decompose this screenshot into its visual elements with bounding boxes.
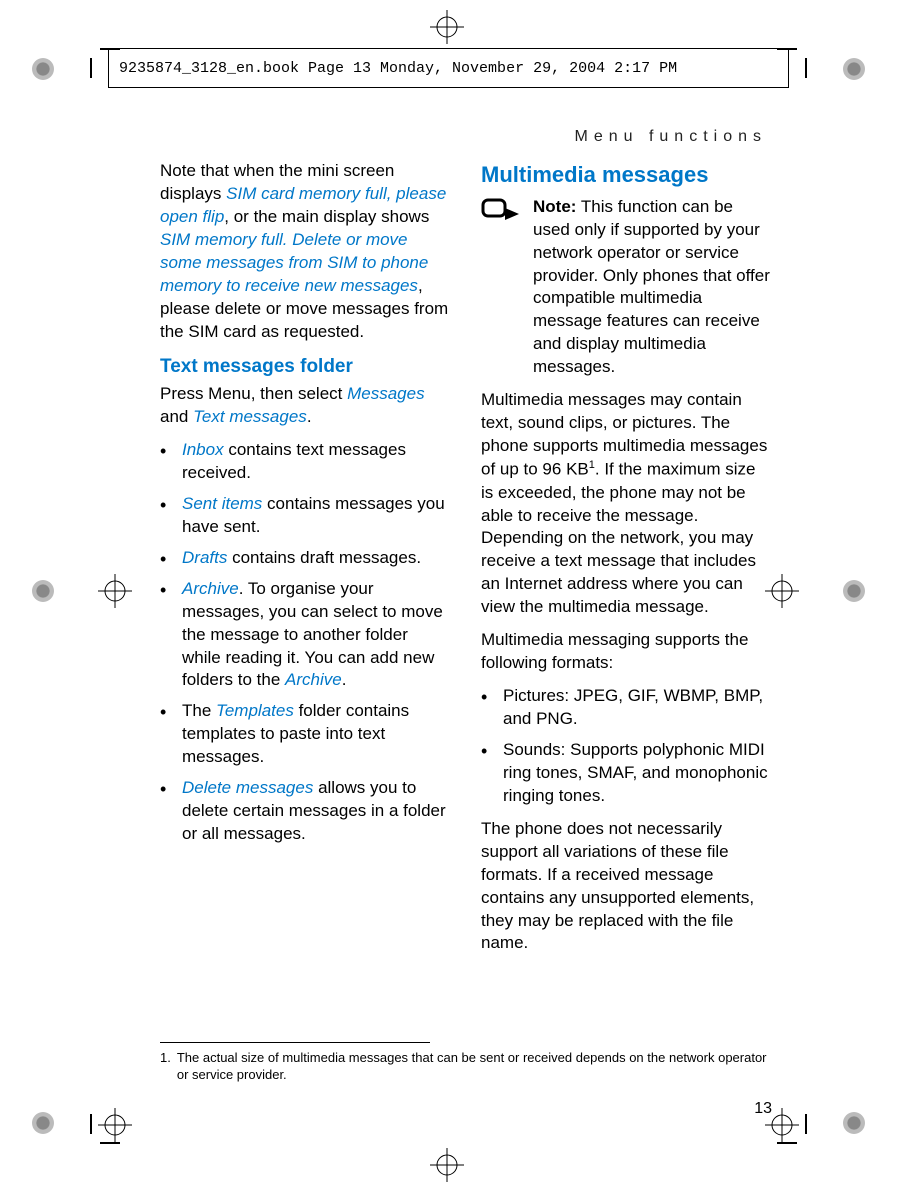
page: 9235874_3128_en.book Page 13 Monday, Nov… (0, 0, 897, 1192)
right-column: Multimedia messages Note: This function … (481, 160, 772, 965)
ui-string: SIM memory full. Delete or move some mes… (160, 230, 428, 295)
ui-string: Archive (182, 579, 239, 598)
heading-multimedia-messages: Multimedia messages (481, 160, 772, 190)
registration-cross-icon (98, 574, 132, 608)
text: . If the maximum size is exceeded, the p… (481, 460, 756, 617)
note-block: Note: This function can be used only if … (481, 196, 772, 380)
note-arrow-icon (481, 196, 521, 380)
footnote-separator (160, 1042, 430, 1043)
registration-dot-icon (32, 580, 54, 602)
ui-string: Inbox (182, 440, 224, 459)
print-header-text: 9235874_3128_en.book Page 13 Monday, Nov… (119, 60, 677, 77)
registration-dot-icon (32, 1112, 54, 1134)
footnote-text: The actual size of multimedia messages t… (177, 1050, 772, 1084)
text: Press Menu, then select (160, 384, 347, 403)
list-item: Drafts contains draft messages. (160, 547, 451, 570)
list-item: Sounds: Supports polyphonic MIDI ring to… (481, 739, 772, 808)
formats-list: Pictures: JPEG, GIF, WBMP, BMP, and PNG.… (481, 685, 772, 808)
ui-string: Sent items (182, 494, 262, 513)
running-head: Menu functions (574, 128, 767, 146)
registration-cross-icon (98, 1108, 132, 1142)
registration-dot-icon (32, 58, 54, 80)
text: The (182, 701, 216, 720)
registration-cross-icon (430, 1148, 464, 1182)
list-item: Archive. To organise your messages, you … (160, 578, 451, 693)
left-column: Note that when the mini screen displays … (160, 160, 451, 965)
footnote: 1. The actual size of multimedia message… (160, 1050, 772, 1084)
footnote-number: 1. (160, 1050, 171, 1084)
text: , or the main display shows (224, 207, 429, 226)
mms-paragraph-1: Multimedia messages may contain text, so… (481, 389, 772, 619)
list-item: Pictures: JPEG, GIF, WBMP, BMP, and PNG. (481, 685, 772, 731)
page-number: 13 (754, 1100, 772, 1118)
text: and (160, 407, 193, 426)
mms-paragraph-3: The phone does not necessarily support a… (481, 818, 772, 956)
content-columns: Note that when the mini screen displays … (160, 160, 772, 965)
list-item: The Templates folder contains templates … (160, 700, 451, 769)
text: . (307, 407, 312, 426)
registration-dot-icon (843, 580, 865, 602)
heading-text-messages-folder: Text messages folder (160, 354, 451, 380)
ui-string: Text messages (193, 407, 307, 426)
text: contains draft messages. (227, 548, 421, 567)
ui-string: Templates (216, 701, 294, 720)
ui-string: Drafts (182, 548, 227, 567)
press-menu-paragraph: Press Menu, then select Messages and Tex… (160, 383, 451, 429)
note-label: Note: (533, 197, 576, 216)
registration-dot-icon (843, 58, 865, 80)
list-item: Sent items contains messages you have se… (160, 493, 451, 539)
mms-paragraph-2: Multimedia messaging supports the follow… (481, 629, 772, 675)
list-item: Delete messages allows you to delete cer… (160, 777, 451, 846)
note-text: Note: This function can be used only if … (533, 196, 772, 380)
ui-string: Messages (347, 384, 424, 403)
print-header-box: 9235874_3128_en.book Page 13 Monday, Nov… (108, 48, 789, 88)
registration-cross-icon (430, 10, 464, 44)
sim-note-paragraph: Note that when the mini screen displays … (160, 160, 451, 344)
list-item: Inbox contains text messages received. (160, 439, 451, 485)
text: This function can be used only if suppor… (533, 197, 770, 377)
ui-string: Archive (285, 670, 342, 689)
ui-string: Delete messages (182, 778, 313, 797)
registration-dot-icon (843, 1112, 865, 1134)
text: . (342, 670, 347, 689)
folder-list: Inbox contains text messages received. S… (160, 439, 451, 846)
